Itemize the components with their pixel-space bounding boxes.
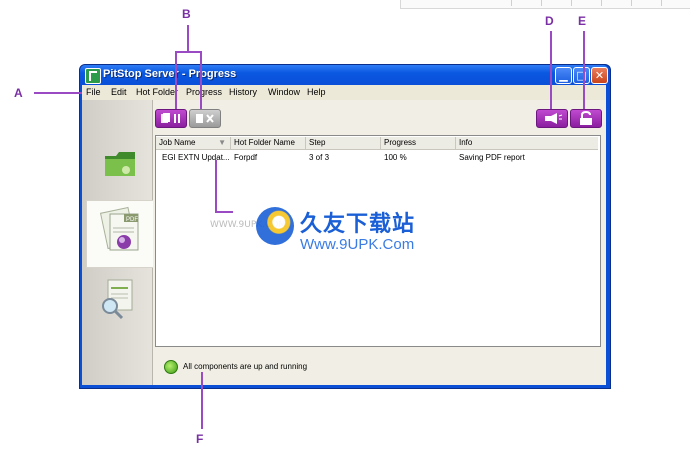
maximize-icon: □ xyxy=(576,69,587,82)
sidebar-item-hot-folders[interactable] xyxy=(102,146,138,182)
column-hot-folder-name[interactable]: Hot Folder Name xyxy=(231,137,306,149)
announce-icon xyxy=(545,113,563,124)
callout-b-right-leg xyxy=(200,51,202,109)
minimize-button[interactable]: ▁ xyxy=(555,67,572,84)
cell-job-name: EGI EXTN Updat... xyxy=(162,153,230,162)
pause-icon xyxy=(161,113,180,123)
sidebar-item-progress[interactable]: PDF xyxy=(96,206,146,256)
minimize-icon: ▁ xyxy=(559,69,568,82)
menu-hot-folder[interactable]: Hot Folder xyxy=(136,87,178,97)
status-ok-icon xyxy=(164,360,178,374)
menu-edit[interactable]: Edit xyxy=(111,87,127,97)
watermark-chinese-text: 久友下载站 xyxy=(300,212,416,237)
cancel-job-button[interactable] xyxy=(189,109,221,128)
hot-folder-icon xyxy=(105,152,135,176)
background-toolbar-fragment xyxy=(400,0,690,9)
callout-a-label: A xyxy=(14,86,23,100)
watermark-logo-icon xyxy=(256,207,294,245)
column-info[interactable]: Info xyxy=(456,137,597,149)
status-text: All components are up and running xyxy=(183,362,308,371)
column-step[interactable]: Step xyxy=(306,137,381,149)
close-icon: ✕ xyxy=(594,69,605,82)
pause-button[interactable] xyxy=(155,109,187,128)
callout-b-label: B xyxy=(182,7,191,21)
svg-text:PDF: PDF xyxy=(126,217,138,223)
cell-step: 3 of 3 xyxy=(309,153,330,162)
menu-file[interactable]: File xyxy=(86,87,101,97)
announce-button[interactable] xyxy=(536,109,568,128)
cell-info: Saving PDF report xyxy=(459,153,525,162)
menu-window[interactable]: Window xyxy=(268,87,300,97)
job-list-header: Job Name ▼ Hot Folder Name Step Progress… xyxy=(156,137,598,150)
cancel-icon xyxy=(196,114,214,123)
window-title: PitStop Server - Progress xyxy=(103,68,237,80)
unlock-button[interactable] xyxy=(570,109,602,128)
callout-b-left-leg xyxy=(175,51,177,109)
history-report-icon xyxy=(102,279,133,320)
callout-b-stem xyxy=(187,25,189,52)
menu-progress[interactable]: Progress xyxy=(186,87,222,97)
sort-arrow-icon: ▼ xyxy=(218,138,226,147)
cell-hot-folder-name: Forpdf xyxy=(234,153,258,162)
menu-help[interactable]: Help xyxy=(307,87,326,97)
close-button[interactable]: ✕ xyxy=(591,67,608,84)
cell-progress: 100 % xyxy=(384,153,407,162)
callout-f-line xyxy=(201,372,203,429)
callout-e-label: E xyxy=(578,14,587,28)
column-progress[interactable]: Progress xyxy=(381,137,456,149)
callout-d-label: D xyxy=(545,14,554,28)
callout-e-line xyxy=(583,31,585,109)
callout-f-label: F xyxy=(196,432,204,446)
callout-a-line xyxy=(34,92,82,94)
column-job-name[interactable]: Job Name ▼ xyxy=(156,137,231,149)
callout-list-stem xyxy=(215,160,217,212)
sidebar-item-history[interactable] xyxy=(96,276,142,322)
maximize-button[interactable]: □ xyxy=(573,67,590,84)
callout-b-bar xyxy=(175,51,202,53)
callout-d-line xyxy=(550,31,552,109)
app-logo-icon xyxy=(85,68,101,84)
unlock-icon xyxy=(580,110,592,125)
menu-history[interactable]: History xyxy=(229,87,257,97)
progress-pdf-icon: PDF xyxy=(99,206,139,251)
callout-list-pointer xyxy=(215,211,233,213)
watermark-url-text: Www.9UPK.Com xyxy=(300,236,415,253)
